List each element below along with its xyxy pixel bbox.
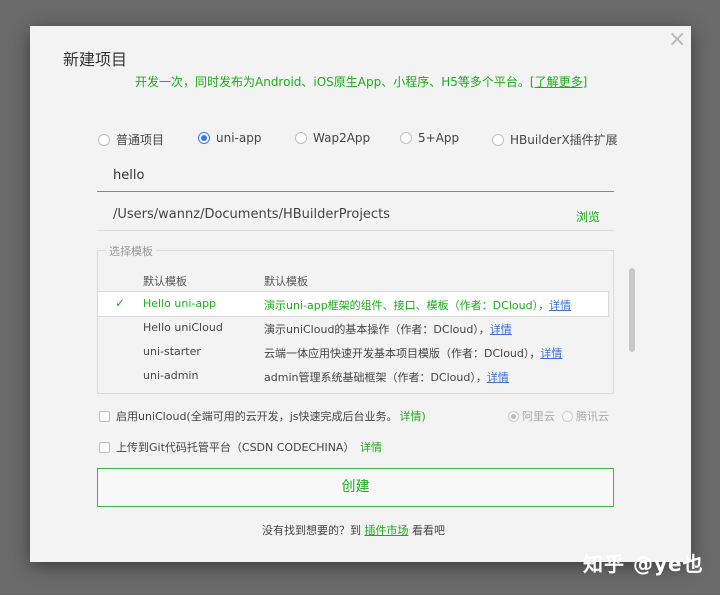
plugin-market-link[interactable]: 插件市场: [365, 524, 409, 537]
radio-label: 5+App: [418, 131, 460, 145]
radio-5plus-app[interactable]: 5+App: [400, 131, 459, 145]
radio-label: Wap2App: [313, 131, 371, 145]
radio-label: uni-app: [216, 131, 262, 145]
radio-hbuilderx-plugin[interactable]: HBuilderX插件扩展: [492, 131, 618, 148]
radio-icon: [562, 410, 573, 422]
close-icon[interactable]: ×: [668, 29, 686, 51]
vendor-aliyun-radio[interactable]: 阿里云: [508, 408, 555, 424]
new-project-dialog: × 新建项目 开发一次，同时发布为Android、iOS原生App、小程序、H5…: [30, 26, 691, 562]
template-header: 默认模板 默认模板: [98, 271, 613, 289]
template-desc: 演示uni-app框架的组件、接口、模板（作者：DCloud），详情: [264, 299, 572, 312]
radio-wap2app[interactable]: Wap2App: [295, 131, 370, 145]
template-detail-link[interactable]: 详情: [487, 371, 509, 384]
dialog-subtitle: 开发一次，同时发布为Android、iOS原生App、小程序、H5等多个平台。[…: [135, 73, 587, 90]
template-desc: admin管理系统基础框架（作者：DCloud），详情: [264, 371, 509, 384]
template-legend: 选择模板: [106, 243, 156, 259]
vendor-label: 腾讯云: [576, 410, 609, 423]
vendor-tencent-radio[interactable]: 腾讯云: [562, 408, 609, 424]
git-label: 上传到Git代码托管平台（CSDN CODECHINA）: [116, 441, 355, 454]
header-desc: 默认模板: [264, 275, 308, 288]
git-option: 上传到Git代码托管平台（CSDN CODECHINA） 详情: [99, 439, 382, 455]
template-detail-link[interactable]: 详情: [490, 323, 512, 336]
git-detail-link[interactable]: 详情: [360, 439, 382, 455]
unicloud-detail-link[interactable]: 详情): [400, 408, 426, 424]
template-scrollbar[interactable]: [629, 268, 635, 352]
template-detail-link[interactable]: 详情: [549, 299, 571, 312]
template-name: uni-admin: [143, 369, 199, 382]
subtitle-text: 开发一次，同时发布为Android、iOS原生App、小程序、H5等多个平台。: [135, 75, 530, 89]
unicloud-checkbox[interactable]: [99, 410, 110, 422]
zhihu-watermark: 知乎 @ye也: [583, 552, 704, 576]
template-row-uni-starter[interactable]: uni-starter 云端一体应用快速开发基本项目模版（作者：DCloud），…: [98, 340, 608, 364]
template-list: 选择模板 默认模板 默认模板 ✓ Hello uni-app 演示uni-app…: [97, 243, 635, 394]
project-path-input[interactable]: /Users/wannz/Documents/HBuilderProjects: [97, 200, 614, 231]
dialog-title: 新建项目: [63, 50, 128, 69]
radio-icon: [508, 410, 519, 422]
learn-more-link[interactable]: [了解更多]: [530, 75, 587, 89]
template-row-uni-admin[interactable]: uni-admin admin管理系统基础框架（作者：DCloud），详情: [98, 364, 608, 388]
radio-label: 普通项目: [116, 133, 165, 147]
template-name: uni-starter: [143, 345, 201, 358]
header-name: 默认模板: [143, 275, 187, 288]
radio-icon: [98, 133, 110, 146]
footer-text: 没有找到想要的？到 插件市场 看看吧: [262, 524, 445, 537]
template-row-hello-unicloud[interactable]: Hello uniCloud 演示uniCloud的基本操作（作者：DCloud…: [98, 316, 608, 340]
radio-uni-app[interactable]: uni-app: [198, 131, 261, 145]
template-detail-link[interactable]: 详情: [540, 347, 562, 360]
radio-icon: [400, 132, 412, 144]
template-row-hello-uni-app[interactable]: ✓ Hello uni-app 演示uni-app框架的组件、接口、模板（作者：…: [98, 292, 608, 316]
project-name-input[interactable]: hello: [97, 162, 614, 192]
template-name: Hello uni-app: [143, 297, 217, 310]
git-checkbox[interactable]: [99, 441, 110, 453]
radio-checked-icon: [198, 132, 210, 144]
template-name: Hello uniCloud: [143, 321, 223, 334]
unicloud-label: 启用uniCloud(全端可用的云开发，js快速完成后台业务。: [116, 410, 398, 423]
check-icon: ✓: [115, 296, 126, 310]
template-desc: 演示uniCloud的基本操作（作者：DCloud），详情: [264, 323, 512, 336]
radio-icon: [295, 132, 307, 144]
radio-icon: [492, 133, 504, 146]
radio-normal-project[interactable]: 普通项目: [98, 131, 164, 148]
unicloud-option: 启用uniCloud(全端可用的云开发，js快速完成后台业务。 详情): [99, 408, 426, 424]
browse-button[interactable]: 浏览: [576, 208, 600, 225]
vendor-label: 阿里云: [522, 410, 555, 423]
radio-label: HBuilderX插件扩展: [510, 133, 618, 147]
project-type-group: 普通项目 uni-app Wap2App 5+App HBuilderX插件扩展: [98, 131, 658, 149]
template-desc: 云端一体应用快速开发基本项目模版（作者：DCloud），详情: [264, 347, 563, 360]
create-button[interactable]: 创建: [97, 468, 614, 507]
